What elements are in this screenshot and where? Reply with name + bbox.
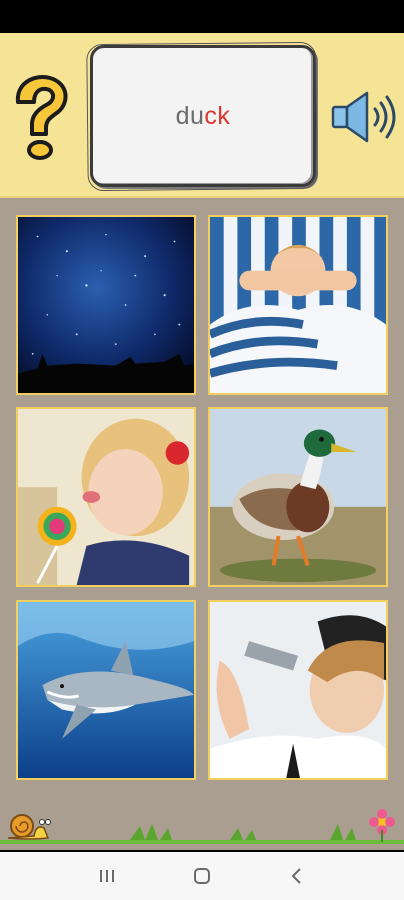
recent-apps-icon[interactable] — [87, 856, 127, 896]
picture-tile-duck[interactable] — [208, 407, 388, 587]
navigation-bar — [0, 852, 404, 900]
picture-tile-shark[interactable] — [16, 600, 196, 780]
snail-icon — [7, 814, 51, 840]
home-icon[interactable] — [182, 856, 222, 896]
night-sky-image — [18, 217, 194, 393]
duck-image — [210, 409, 386, 585]
girl-lollipop-image — [18, 409, 194, 585]
ground-decoration — [0, 809, 404, 844]
shark-image — [18, 602, 194, 778]
status-bar — [0, 0, 404, 33]
word-card[interactable]: duck — [90, 45, 316, 187]
flower-icon — [369, 809, 395, 842]
bartender-image — [210, 602, 386, 778]
boy-waking-image — [210, 217, 386, 393]
picture-tile-girl-lollipop[interactable] — [16, 407, 196, 587]
picture-tile-bartender[interactable] — [208, 600, 388, 780]
picture-tile-boy-waking[interactable] — [208, 215, 388, 395]
back-icon[interactable] — [277, 856, 317, 896]
target-word: duck — [176, 102, 231, 131]
word-plain-part: du — [175, 101, 205, 130]
word-highlight-part: ck — [204, 101, 231, 130]
question-mark-icon[interactable] — [8, 72, 74, 164]
picture-tile-night-sky[interactable] — [16, 215, 196, 395]
speaker-icon[interactable] — [329, 89, 399, 145]
